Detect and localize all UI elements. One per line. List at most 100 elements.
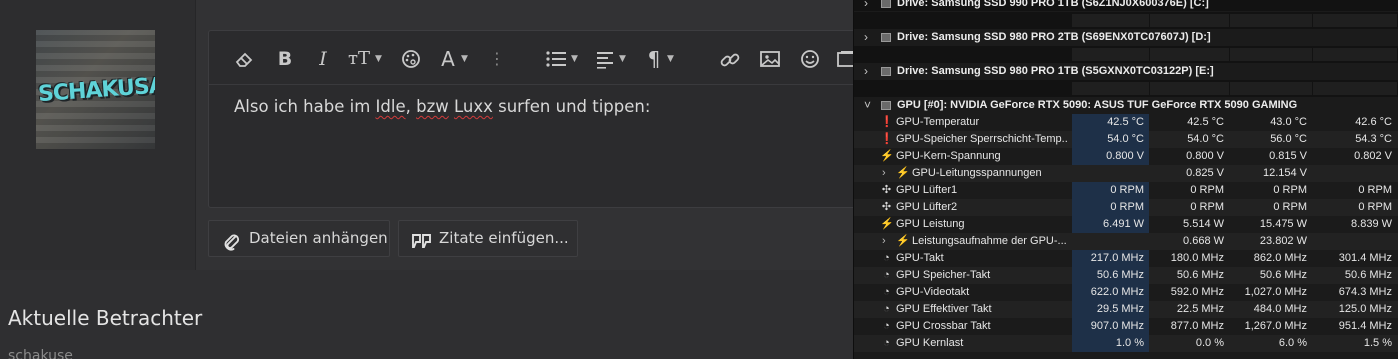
chip-icon <box>881 67 891 76</box>
smiley-icon[interactable] <box>797 45 823 73</box>
align-icon[interactable] <box>593 45 617 73</box>
paragraph-icon[interactable]: ¶ <box>643 45 665 73</box>
chevron-down-icon[interactable]: ▼ <box>667 45 674 73</box>
sensor-value-avg: 301.4 MHz <box>1338 252 1392 264</box>
drive-group-header[interactable]: › Drive: Samsung SSD 980 PRO 1TB (S5GXNX… <box>854 63 1398 80</box>
list-icon[interactable] <box>543 45 569 73</box>
separator-row <box>854 46 1398 63</box>
sensor-value-current: 54.0 °C <box>1072 131 1149 148</box>
sensor-value-min: 0 RPM <box>1190 201 1224 213</box>
sensor-row[interactable]: ⚡ GPU-Kern-Spannung 0.800 V 0.800 V 0.815 V 0… <box>854 148 1398 165</box>
thermometer-icon: ❗ <box>880 133 894 145</box>
sensor-row[interactable]: ❗ GPU-Temperatur 42.5 °C 42.5 °C 43.0 °C 42.6… <box>854 114 1398 131</box>
sensor-value-min: 42.5 °C <box>1187 116 1224 128</box>
sensor-row[interactable]: ◔ GPU Effektiver Takt 29.5 MHz 22.5 MHz 484.… <box>854 301 1398 318</box>
sensor-value-max: 50.6 MHz <box>1259 269 1307 281</box>
sensor-row[interactable]: ✣ GPU Lüfter1 0 RPM 0 RPM 0 RPM 0 RPM <box>854 182 1398 199</box>
sensor-row[interactable]: ⚡ GPU Leistung 6.491 W 5.514 W 15.475 W 8.839… <box>854 216 1398 233</box>
attach-files-button[interactable]: Dateien anhängen <box>208 220 390 257</box>
sensor-value-current: 622.0 MHz <box>1072 284 1149 301</box>
hwinfo-sensor-panel: › Drive: Samsung SSD 990 PRO 1TB (S6Z1NJ… <box>853 0 1398 359</box>
sensor-row[interactable]: ◔ GPU Speicher-Takt 50.6 MHz 50.6 MHz 50.6 M… <box>854 267 1398 284</box>
misspelled-word[interactable]: bzw <box>416 97 449 116</box>
gpu-group-title: GPU [#0]: NVIDIA GeForce RTX 5090: ASUS … <box>897 99 1298 111</box>
chip-icon <box>881 101 891 110</box>
sensor-value-max: 484.0 MHz <box>1253 303 1307 315</box>
gpu-group-header[interactable]: ˅ GPU [#0]: NVIDIA GeForce RTX 5090: ASU… <box>854 97 1398 114</box>
sensor-label: GPU-Kern-Spannung <box>896 150 1001 162</box>
image-icon[interactable] <box>757 45 783 73</box>
sensor-value-avg: 50.6 MHz <box>1344 269 1392 281</box>
sensor-value-current: 217.0 MHz <box>1072 250 1149 267</box>
drive-group-title: Drive: Samsung SSD 980 PRO 2TB (S69ENX0T… <box>897 31 1211 43</box>
link-icon[interactable] <box>717 45 743 73</box>
chip-icon <box>881 0 891 8</box>
italic-icon[interactable]: I <box>313 45 333 73</box>
sensor-row[interactable]: ✣ GPU Lüfter2 0 RPM 0 RPM 0 RPM 0 RPM <box>854 199 1398 216</box>
drive-group-header[interactable]: › Drive: Samsung SSD 980 PRO 2TB (S69ENX… <box>854 29 1398 46</box>
sensor-value-max: 15.475 W <box>1259 218 1307 230</box>
sensor-row[interactable]: › ⚡ GPU-Leitungsspannungen 0.825 V 12.154 V <box>854 165 1398 182</box>
sensor-value-avg <box>1313 165 1397 182</box>
sensor-value-max: 43.0 °C <box>1270 116 1307 128</box>
misspelled-word[interactable]: Luxx <box>454 97 493 116</box>
chevron-right-icon[interactable]: › <box>882 233 886 250</box>
chevron-down-icon[interactable]: ▼ <box>619 45 626 73</box>
sensor-value-current <box>1072 165 1149 182</box>
sensor-value-current: 50.6 MHz <box>1072 267 1149 284</box>
bold-icon[interactable]: B <box>273 45 297 73</box>
font-icon[interactable]: A <box>437 45 459 73</box>
sensor-value-current <box>1072 233 1149 250</box>
editor-text-part: , <box>405 97 417 116</box>
sensor-value-current: 0 RPM <box>1072 182 1149 199</box>
chevron-right-icon[interactable]: › <box>864 63 868 80</box>
thermometer-icon: ❗ <box>880 116 894 128</box>
sensor-value-avg: 54.3 °C <box>1355 133 1392 145</box>
sensor-row[interactable]: ◔ GPU-Videotakt 622.0 MHz 592.0 MHz 1,027.0 … <box>854 284 1398 301</box>
reply-editor[interactable]: B I тT ▼ A ▼ ⋮ ▼ ▼ ¶ ▼ Also ich habe im … <box>208 30 868 208</box>
chevron-down-icon[interactable]: ▼ <box>375 45 382 73</box>
sensor-label: GPU Kernlast <box>896 337 964 349</box>
sensor-value-avg: 674.3 MHz <box>1338 286 1392 298</box>
sensor-value-min: 54.0 °C <box>1187 133 1224 145</box>
sensor-value-max: 0.815 V <box>1269 150 1307 162</box>
sensor-value-max: 1,027.0 MHz <box>1244 286 1307 298</box>
attach-files-label: Dateien anhängen <box>249 229 388 247</box>
sensor-value-min: 0.800 V <box>1186 150 1224 162</box>
lightning-icon: ⚡ <box>880 218 894 230</box>
sensor-value-current: 42.5 °C <box>1072 114 1149 131</box>
sensor-label: GPU Leistung <box>896 218 965 230</box>
sensor-value-max: 0 RPM <box>1273 201 1307 213</box>
fan-icon: ✣ <box>881 201 892 213</box>
chevron-down-icon[interactable]: ˅ <box>864 97 871 114</box>
avatar[interactable]: SCHAKUSA <box>36 30 155 149</box>
sensor-row[interactable]: ❗ GPU-Speicher Sperrschicht-Temp... 54.0 °… <box>854 131 1398 148</box>
eraser-icon[interactable] <box>231 45 257 73</box>
chevron-right-icon[interactable]: › <box>864 0 868 12</box>
sensor-value-min: 0.668 W <box>1183 235 1224 247</box>
sensor-row[interactable]: ◔ GPU Kernlast 1.0 % 0.0 % 6.0 % 1.5 % <box>854 335 1398 352</box>
text-size-icon[interactable]: тT <box>343 45 375 73</box>
misspelled-word[interactable]: Idle <box>376 97 406 116</box>
sensor-value-min: 22.5 MHz <box>1176 303 1224 315</box>
sensor-value-min: 5.514 W <box>1183 218 1224 230</box>
sensor-row[interactable]: ◔ GPU Crossbar Takt 907.0 MHz 877.0 MHz 1,26… <box>854 318 1398 335</box>
palette-icon[interactable] <box>399 45 423 73</box>
sensor-row[interactable]: ◔ GPU-Takt 217.0 MHz 180.0 MHz 862.0 MHz 301.… <box>854 250 1398 267</box>
drive-group-header[interactable]: › Drive: Samsung SSD 990 PRO 1TB (S6Z1NJ… <box>854 0 1398 12</box>
sensor-label: GPU-Speicher Sperrschicht-Temp... <box>896 133 1068 145</box>
editor-text[interactable]: Also ich habe im Idle, bzw Luxx surfen u… <box>234 97 650 116</box>
lightning-icon: ⚡ <box>896 235 910 247</box>
viewer-name-link[interactable]: schakuse <box>8 348 73 359</box>
chevron-right-icon[interactable]: › <box>864 29 868 46</box>
chevron-down-icon[interactable]: ▼ <box>461 45 468 73</box>
more-options-icon[interactable]: ⋮ <box>489 45 505 73</box>
insert-quotes-button[interactable]: Zitate einfügen... <box>398 220 578 257</box>
sensor-label: GPU Crossbar Takt <box>896 320 991 332</box>
sensor-row[interactable]: › ⚡ Leistungsaufnahme der GPU-... 0.668 W 23… <box>854 233 1398 250</box>
sensor-label: Leistungsaufnahme der GPU-... <box>912 235 1067 247</box>
separator-row <box>854 12 1398 29</box>
sensor-value-min: 50.6 MHz <box>1176 269 1224 281</box>
chevron-down-icon[interactable]: ▼ <box>571 45 578 73</box>
chevron-right-icon[interactable]: › <box>882 165 886 182</box>
